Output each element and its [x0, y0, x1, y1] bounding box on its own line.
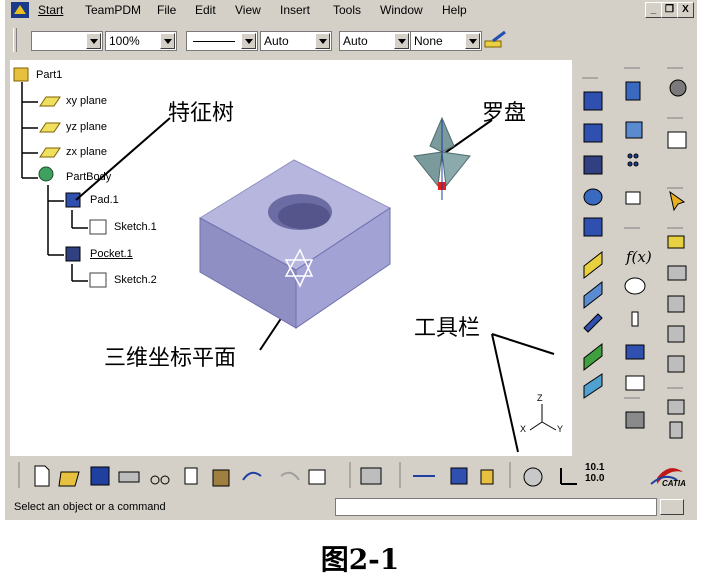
- menu-start-label: Start: [38, 3, 64, 17]
- thickness-combo-value: Auto: [264, 34, 289, 48]
- tree-item-yz-plane[interactable]: yz plane: [66, 121, 107, 133]
- linestyle-combo[interactable]: Auto: [339, 31, 411, 51]
- minimize-button[interactable]: _: [645, 2, 662, 18]
- status-message: Select an object or a command: [14, 501, 166, 513]
- menu-file[interactable]: File: [157, 3, 176, 17]
- layer-combo[interactable]: None: [410, 31, 482, 51]
- annotation-compass: 罗盘: [482, 101, 527, 126]
- menu-bar: Start TeamPDM File Edit View Insert Tool…: [5, 0, 697, 20]
- chevron-down-icon[interactable]: [86, 33, 101, 49]
- annotation-toolbar: 工具栏: [414, 316, 481, 341]
- menu-teampdm[interactable]: TeamPDM: [85, 3, 141, 17]
- status-bar: Select an object or a command: [5, 496, 697, 518]
- chevron-down-icon[interactable]: [241, 33, 256, 49]
- zoom-combo-value: 100%: [109, 34, 140, 48]
- tree-item-part1[interactable]: Part1: [36, 69, 62, 81]
- standard-toolbar: 10.1 10.0 CATIA: [5, 458, 697, 492]
- tree-item-xy-plane[interactable]: xy plane: [66, 95, 107, 107]
- axis-y-label: Y: [557, 424, 564, 434]
- annotation-feature-tree: 特征树: [168, 101, 235, 126]
- chevron-down-icon[interactable]: [394, 33, 409, 49]
- figure-caption: 图2-1: [320, 543, 400, 576]
- restore-button[interactable]: ❐: [661, 2, 678, 18]
- chevron-down-icon[interactable]: [315, 33, 330, 49]
- thickness-combo[interactable]: Auto: [260, 31, 332, 51]
- command-input[interactable]: [335, 498, 657, 516]
- scale-top-label: 10.1: [585, 462, 605, 473]
- 3d-viewport[interactable]: Part1 xy plane yz plane zx plane PartBod…: [10, 60, 572, 456]
- graphic-properties-toolbar: 100% Auto Auto None: [5, 22, 697, 56]
- toolbar-grip[interactable]: [13, 28, 17, 52]
- menu-insert[interactable]: Insert: [280, 3, 310, 17]
- annotation-3d-plane: 三维坐标平面: [104, 346, 237, 371]
- axis-x-label: X: [520, 424, 527, 434]
- color-combo[interactable]: [31, 31, 103, 51]
- workbench-toolbar-icons[interactable]: f(x): [574, 60, 697, 456]
- close-button[interactable]: X: [677, 2, 694, 18]
- menu-view[interactable]: View: [235, 3, 261, 17]
- tree-item-partbody[interactable]: PartBody: [66, 171, 111, 183]
- chevron-down-icon[interactable]: [465, 33, 480, 49]
- scale-bottom-label: 10.0: [585, 473, 605, 484]
- catia-brand-label: CATIA: [662, 479, 686, 488]
- command-go-button[interactable]: [660, 499, 684, 515]
- menu-start[interactable]: Start: [38, 3, 63, 17]
- zoom-combo[interactable]: 100%: [105, 31, 177, 51]
- tree-item-pocket[interactable]: Pocket.1: [90, 248, 133, 260]
- linetype-combo[interactable]: [186, 31, 258, 51]
- menu-help[interactable]: Help: [442, 3, 467, 17]
- menu-edit[interactable]: Edit: [195, 3, 216, 17]
- right-toolbar: f(x): [574, 60, 697, 456]
- axis-z-label: Z: [537, 393, 543, 403]
- layer-combo-value: None: [414, 34, 443, 48]
- paintbrush-icon[interactable]: [483, 29, 509, 51]
- menu-tools[interactable]: Tools: [333, 3, 361, 17]
- menu-window[interactable]: Window: [380, 3, 423, 17]
- catia-logo-icon[interactable]: [11, 2, 29, 18]
- line-sample: [193, 41, 235, 42]
- linestyle-combo-value: Auto: [343, 34, 368, 48]
- tree-item-zx-plane[interactable]: zx plane: [66, 146, 107, 158]
- chevron-down-icon[interactable]: [160, 33, 175, 49]
- svg-text:f(x): f(x): [625, 248, 652, 266]
- tree-item-sketch1[interactable]: Sketch.1: [114, 221, 157, 233]
- tree-item-pad[interactable]: Pad.1: [90, 194, 119, 206]
- tree-item-sketch2[interactable]: Sketch.2: [114, 274, 157, 286]
